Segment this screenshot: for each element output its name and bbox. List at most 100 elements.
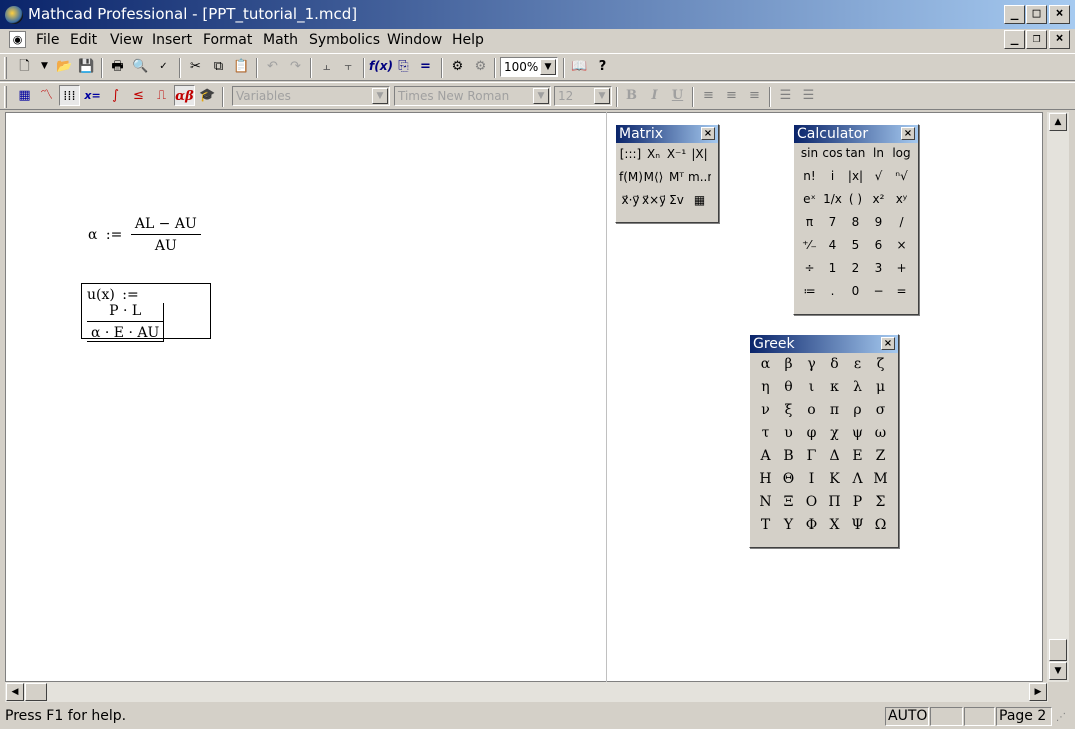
greek-letter-button-14[interactable]: ο bbox=[800, 402, 823, 425]
calculator-button-22[interactable]: 5 bbox=[844, 238, 867, 261]
font-select[interactable]: Times New Roman ▼ bbox=[394, 86, 551, 106]
greek-letter-button-17[interactable]: σ bbox=[869, 402, 892, 425]
greek-letter-button-12[interactable]: ν bbox=[754, 402, 777, 425]
resize-grip-icon[interactable]: ⋰ bbox=[1056, 712, 1066, 723]
greek-letter-button-13[interactable]: ξ bbox=[777, 402, 800, 425]
evaluation-icon[interactable]: x= bbox=[82, 85, 103, 106]
calculus-icon[interactable]: ∫ bbox=[105, 85, 126, 106]
greek-letter-button-9[interactable]: κ bbox=[823, 379, 846, 402]
paste-icon[interactable]: 📋 bbox=[231, 56, 252, 77]
align-across-icon[interactable]: ⫠ bbox=[316, 56, 337, 77]
greek-letter-button-38[interactable]: Ο bbox=[800, 494, 823, 517]
redo-icon[interactable]: ↷ bbox=[285, 56, 306, 77]
greek-letter-button-45[interactable]: Χ bbox=[823, 517, 846, 540]
calculator-button-11[interactable]: 1/x bbox=[821, 192, 844, 215]
greek-letter-button-29[interactable]: Ζ bbox=[869, 448, 892, 471]
greek-letter-button-18[interactable]: τ bbox=[754, 425, 777, 448]
toolbar-grip[interactable] bbox=[4, 86, 7, 108]
greek-letter-button-5[interactable]: ζ bbox=[869, 356, 892, 379]
menu-help[interactable]: Help bbox=[452, 30, 484, 50]
greek-letter-button-4[interactable]: ε bbox=[846, 356, 869, 379]
calculator-button-3[interactable]: ln bbox=[867, 146, 890, 169]
menu-file[interactable]: File bbox=[36, 30, 59, 50]
matrix-button-8[interactable]: x⃗·y⃗ bbox=[619, 193, 642, 216]
greek-letter-button-34[interactable]: Λ bbox=[846, 471, 869, 494]
calculator-button-34[interactable]: = bbox=[890, 284, 913, 307]
calculator-button-26[interactable]: 1 bbox=[821, 261, 844, 284]
greek-letter-button-39[interactable]: Π bbox=[823, 494, 846, 517]
scroll-thumb[interactable] bbox=[1049, 639, 1067, 661]
menu-symbolics[interactable]: Symbolics bbox=[309, 30, 380, 50]
greek-letter-button-16[interactable]: ρ bbox=[846, 402, 869, 425]
calculator-button-28[interactable]: 3 bbox=[867, 261, 890, 284]
calculator-button-4[interactable]: log bbox=[890, 146, 913, 169]
size-select[interactable]: 12 ▼ bbox=[554, 86, 612, 106]
calculator-button-20[interactable]: ⁺⁄₋ bbox=[798, 238, 821, 261]
greek-letter-button-25[interactable]: Β bbox=[777, 448, 800, 471]
greek-letter-button-33[interactable]: Κ bbox=[823, 471, 846, 494]
greek-letter-button-24[interactable]: Α bbox=[754, 448, 777, 471]
new-dropdown-icon[interactable]: ▼ bbox=[34, 56, 55, 77]
calculator-button-16[interactable]: 7 bbox=[821, 215, 844, 238]
greek-letter-button-1[interactable]: β bbox=[777, 356, 800, 379]
greek-letter-button-31[interactable]: Θ bbox=[777, 471, 800, 494]
copy-icon[interactable]: ⧉ bbox=[208, 56, 229, 77]
greek-letter-button-36[interactable]: Ν bbox=[754, 494, 777, 517]
menu-format[interactable]: Format bbox=[203, 30, 252, 50]
greek-palette-titlebar[interactable]: Greek × bbox=[750, 335, 898, 353]
menu-math[interactable]: Math bbox=[263, 30, 298, 50]
style-select[interactable]: Variables ▼ bbox=[232, 86, 390, 106]
calculator-button-8[interactable]: √ bbox=[867, 169, 890, 192]
numbered-list-icon[interactable]: ☰ bbox=[798, 85, 819, 106]
greek-letter-button-10[interactable]: λ bbox=[846, 379, 869, 402]
matrix-button-6[interactable]: Mᵀ bbox=[665, 170, 688, 193]
close-icon[interactable]: × bbox=[701, 127, 715, 140]
hscroll-thumb[interactable] bbox=[25, 683, 47, 701]
print-icon[interactable]: 🖶 bbox=[107, 56, 128, 77]
doc-restore-icon[interactable]: ❐ bbox=[1026, 30, 1047, 49]
calculator-button-7[interactable]: |x| bbox=[844, 169, 867, 192]
insert-function-icon[interactable]: f(x) bbox=[369, 56, 393, 77]
calculator-button-12[interactable]: ( ) bbox=[844, 192, 867, 215]
matrix-icon[interactable]: ⁞⁞⁞ bbox=[59, 85, 80, 106]
calculator-button-23[interactable]: 6 bbox=[867, 238, 890, 261]
greek-letter-button-22[interactable]: ψ bbox=[846, 425, 869, 448]
greek-letter-button-32[interactable]: Ι bbox=[800, 471, 823, 494]
help-icon[interactable]: ? bbox=[592, 56, 613, 77]
close-icon[interactable]: × bbox=[901, 127, 915, 140]
calculator-button-13[interactable]: x² bbox=[867, 192, 890, 215]
matrix-button-3[interactable]: |X| bbox=[688, 147, 711, 170]
insert-unit-icon[interactable]: ⎘ bbox=[393, 56, 414, 77]
symbolic-icon[interactable]: 🎓 bbox=[197, 85, 218, 106]
document-icon[interactable]: ◉ bbox=[9, 31, 26, 48]
calculator-button-9[interactable]: ⁿ√ bbox=[890, 169, 913, 192]
zoom-select[interactable]: 100% ▼ bbox=[500, 57, 558, 77]
calculator-button-18[interactable]: 9 bbox=[867, 215, 890, 238]
equation-displacement[interactable]: u(x) := P · L α · E · AU bbox=[81, 283, 211, 342]
greek-letter-button-43[interactable]: Υ bbox=[777, 517, 800, 540]
greek-letter-button-47[interactable]: Ω bbox=[869, 517, 892, 540]
greek-letter-button-30[interactable]: Η bbox=[754, 471, 777, 494]
calculator-palette-titlebar[interactable]: Calculator × bbox=[794, 125, 918, 143]
chevron-down-icon[interactable]: ▼ bbox=[372, 88, 388, 104]
calculator-button-6[interactable]: i bbox=[821, 169, 844, 192]
greek-letter-button-27[interactable]: Δ bbox=[823, 448, 846, 471]
calculator-button-17[interactable]: 8 bbox=[844, 215, 867, 238]
greek-letter-button-23[interactable]: ω bbox=[869, 425, 892, 448]
calculator-button-2[interactable]: tan bbox=[844, 146, 867, 169]
toolbar-grip[interactable] bbox=[4, 57, 7, 79]
save-icon[interactable]: 💾 bbox=[76, 56, 97, 77]
greek-letter-button-41[interactable]: Σ bbox=[869, 494, 892, 517]
greek-letter-button-37[interactable]: Ξ bbox=[777, 494, 800, 517]
italic-button[interactable]: I bbox=[644, 85, 665, 106]
calculator-button-1[interactable]: cos bbox=[821, 146, 844, 169]
calculator-button-21[interactable]: 4 bbox=[821, 238, 844, 261]
matrix-palette-titlebar[interactable]: Matrix × bbox=[616, 125, 718, 143]
calculate-icon[interactable]: = bbox=[415, 56, 436, 77]
align-left-icon[interactable]: ≡ bbox=[698, 85, 719, 106]
greek-icon[interactable]: αβ bbox=[174, 85, 195, 106]
bullet-list-icon[interactable]: ☰ bbox=[775, 85, 796, 106]
doc-minimize-icon[interactable]: _ bbox=[1004, 30, 1025, 49]
new-document-icon[interactable]: 🗋 bbox=[14, 56, 35, 77]
resource-center-icon[interactable]: 📖 bbox=[569, 56, 590, 77]
